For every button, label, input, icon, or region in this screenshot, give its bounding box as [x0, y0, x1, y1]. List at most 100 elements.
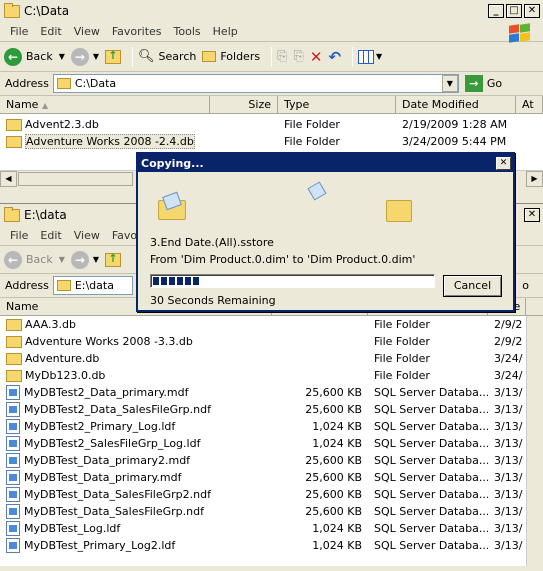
file-list: Name Size Type Date AAA.3.dbFile Folder2… — [0, 298, 543, 566]
address-input[interactable]: C:\Data ▼ — [52, 74, 459, 93]
file-name: MyDBTest_Data_primary.mdf — [24, 471, 182, 484]
database-file-icon — [6, 453, 20, 468]
list-item[interactable]: MyDBTest_Data_SalesFileGrp.ndf 25,600 KB S… — [0, 503, 543, 520]
file-name: Adventure Works 2008 -3.3.db — [25, 335, 193, 348]
column-header-attributes[interactable]: At — [516, 96, 543, 113]
views-button[interactable]: ▼ — [358, 49, 382, 64]
copy-from-to: From 'Dim Product.0.dim' to 'Dim Product… — [150, 253, 416, 266]
list-item[interactable]: MyDBTest_Data_SalesFileGrp2.ndf 25,600 KB… — [0, 486, 543, 503]
column-header-name[interactable]: Name ▲ — [0, 96, 210, 113]
menu-favorites[interactable]: Favorites — [112, 25, 162, 38]
scroll-left-arrow-icon[interactable]: ◀ — [0, 171, 17, 187]
address-input[interactable]: E:\data — [52, 276, 133, 295]
list-item[interactable]: MyDBTest_Data_primary.mdf 25,600 KB SQL Se… — [0, 469, 543, 486]
list-item[interactable]: Adventure Works 2008 -2.4.db File Folder… — [0, 133, 543, 150]
file-date: 3/13/ — [494, 522, 523, 535]
scroll-right-arrow-icon[interactable]: ▶ — [526, 171, 543, 187]
file-name: MyDBTest2_Data_primary.mdf — [24, 386, 189, 399]
file-size: 25,600 KB — [305, 454, 362, 467]
list-item[interactable]: Adventure Works 2008 -3.3.db File Folder 2… — [0, 333, 543, 350]
database-file-icon — [6, 470, 20, 485]
forward-button[interactable]: → ▼ — [70, 47, 99, 66]
list-item[interactable]: MyDBTest2_Data_SalesFileGrp.ndf 25,600 KB… — [0, 401, 543, 418]
file-size: 1,024 KB — [312, 522, 362, 535]
up-folder-button[interactable]: ↑ — [105, 49, 122, 64]
list-item[interactable]: MyDBTest_Log.ldf 1,024 KB SQL Server Datab… — [0, 520, 543, 537]
file-date: 2/9/2 — [494, 318, 523, 331]
menu-help[interactable]: Help — [213, 25, 238, 38]
delete-x-icon: ✕ — [309, 47, 323, 66]
chevron-down-icon[interactable]: ▼ — [59, 52, 65, 61]
menu-tools[interactable]: Tools — [174, 25, 201, 38]
folder-icon — [6, 335, 22, 348]
folders-button[interactable]: Folders — [202, 50, 260, 63]
menu-file[interactable]: File — [10, 25, 28, 38]
undo-button[interactable]: ↶ — [328, 48, 341, 66]
address-bar: Address C:\Data ▼ → Go — [0, 72, 543, 96]
file-type: File Folder — [374, 335, 430, 348]
go-button[interactable]: → Go — [464, 75, 502, 92]
close-button[interactable]: ✕ — [524, 4, 540, 18]
file-size: 25,600 KB — [305, 403, 362, 416]
list-item[interactable]: MyDBTest_Primary_Log2.ldf 1,024 KB SQL Ser… — [0, 537, 543, 554]
database-file-icon — [6, 521, 20, 536]
copy-progress-bar — [150, 274, 435, 288]
folder-icon — [6, 118, 22, 131]
file-type: SQL Server Databa... — [374, 471, 488, 484]
title-bar[interactable]: C:\Data _ □ ✕ — [0, 0, 543, 22]
list-item[interactable]: MyDBTest2_SalesFileGrp_Log.ldf 1,024 KB SQ… — [0, 435, 543, 452]
file-date: 3/24/ — [494, 352, 523, 365]
database-file-icon — [6, 385, 20, 400]
dialog-close-button[interactable]: ✕ — [496, 156, 511, 170]
menu-favorites[interactable]: Favo — [112, 229, 137, 242]
file-date: 3/13/ — [494, 471, 523, 484]
list-item[interactable]: AAA.3.db File Folder 2/9/2 — [0, 316, 543, 333]
file-name: MyDBTest2_SalesFileGrp_Log.ldf — [24, 437, 201, 450]
views-grid-icon — [358, 49, 375, 64]
file-name: MyDBTest_Primary_Log2.ldf — [24, 539, 176, 552]
dialog-title-bar[interactable]: Copying... ✕ — [138, 154, 513, 172]
close-button[interactable]: ✕ — [524, 208, 540, 222]
menu-edit[interactable]: Edit — [40, 25, 61, 38]
file-date: 3/13/ — [494, 488, 523, 501]
search-button[interactable]: 🔍︎ Search — [138, 49, 196, 64]
list-item[interactable]: Advent2.3.db File Folder 2/19/2009 1:28 … — [0, 116, 543, 133]
list-item[interactable]: MyDBTest2_Data_primary.mdf 25,600 KB SQL S… — [0, 384, 543, 401]
column-header-size[interactable]: Size — [210, 96, 278, 113]
move-to-button[interactable]: ⎘ — [277, 49, 287, 64]
menu-file[interactable]: File — [10, 229, 28, 242]
address-dropdown-button[interactable]: ▼ — [441, 75, 458, 92]
list-item[interactable]: MyDBTest2_Primary_Log.ldf 1,024 KB SQL Ser… — [0, 418, 543, 435]
column-header-date[interactable]: Date Modified — [396, 96, 516, 113]
scroll-thumb[interactable] — [18, 172, 133, 186]
copy-to-button[interactable]: ⎘ — [293, 49, 303, 64]
vertical-scrollbar[interactable] — [526, 316, 543, 566]
file-type: File Folder — [374, 352, 430, 365]
list-item[interactable]: Adventure.db File Folder 3/24/ — [0, 350, 543, 367]
list-item[interactable]: MyDb123.0.db File Folder 3/24/ — [0, 367, 543, 384]
move-to-icon: ⎘ — [277, 49, 288, 64]
file-date: 3/24/ — [494, 369, 523, 382]
folder-icon — [6, 318, 22, 331]
cancel-button[interactable]: Cancel — [443, 275, 502, 297]
minimize-button[interactable]: _ — [488, 4, 504, 18]
file-size: 1,024 KB — [312, 437, 362, 450]
menu-edit[interactable]: Edit — [40, 229, 61, 242]
address-label: Address — [5, 77, 49, 90]
file-size: 25,600 KB — [305, 386, 362, 399]
back-button[interactable]: ← Back ▼ — [4, 47, 65, 66]
list-item[interactable]: MyDBTest_Data_primary2.mdf 25,600 KB SQL S… — [0, 452, 543, 469]
file-size: 25,600 KB — [305, 471, 362, 484]
menu-view[interactable]: View — [74, 229, 100, 242]
file-date: 3/13/ — [494, 437, 523, 450]
forward-button[interactable]: → ▼ — [70, 250, 99, 269]
delete-button[interactable]: ✕ — [310, 48, 323, 66]
maximize-button[interactable]: □ — [506, 4, 522, 18]
menu-view[interactable]: View — [74, 25, 100, 38]
file-name: MyDBTest_Log.ldf — [24, 522, 121, 535]
column-header-type[interactable]: Type — [278, 96, 396, 113]
back-button[interactable]: ← Back ▼ — [4, 250, 65, 269]
go-button[interactable]: o — [522, 279, 529, 292]
up-folder-button[interactable]: ↑ — [105, 252, 122, 267]
database-file-icon — [6, 419, 20, 434]
